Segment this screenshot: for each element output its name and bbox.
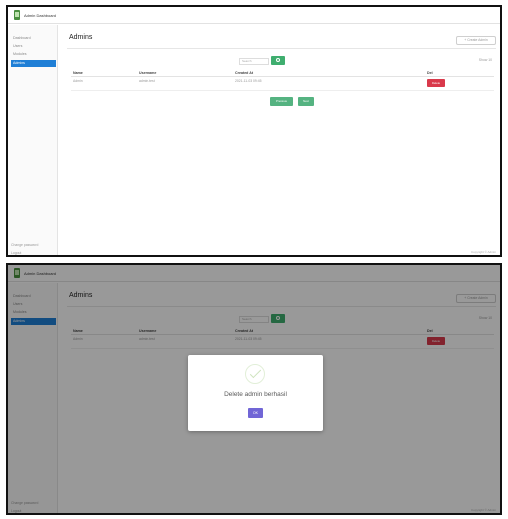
ok-button[interactable]: OK <box>248 408 263 418</box>
delete-button[interactable]: Delete <box>427 79 445 87</box>
sidebar-item-admins[interactable]: Admins <box>11 60 56 67</box>
previous-page-button[interactable]: Previous <box>270 97 293 106</box>
app-logo-icon <box>14 10 20 20</box>
screenshot-admins-list: Admin Dashboard Dashboard Users Modules … <box>6 5 502 257</box>
create-admin-button[interactable]: + Create Admin <box>456 36 496 45</box>
top-bar: Admin Dashboard <box>8 7 500 24</box>
search-input[interactable]: Search <box>239 58 269 65</box>
next-page-button[interactable]: Next <box>298 97 314 106</box>
table-row-divider <box>71 90 494 91</box>
sidebar: Dashboard Users Modules Admins Change pa… <box>8 25 58 255</box>
main-content: Admins + Create Admin Search Show 10 Nam… <box>63 25 500 255</box>
column-header-name: Name <box>73 71 83 75</box>
search-icon <box>276 58 280 62</box>
column-header-username: Username <box>139 71 157 75</box>
page-title: Admins <box>69 34 93 41</box>
search-button[interactable] <box>271 56 285 65</box>
table-header-divider <box>71 76 494 77</box>
dialog-message: Delete admin berhasil <box>224 391 287 398</box>
cell-username: admin.test <box>139 79 155 83</box>
cell-name: Admin <box>73 79 83 83</box>
cell-created-at: 2021-11-03 09:45 <box>235 79 262 83</box>
column-header-delete: Del <box>427 71 433 75</box>
success-dialog: Delete admin berhasil OK <box>188 355 323 431</box>
sidebar-item-modules[interactable]: Modules <box>11 51 56 58</box>
page-size-select[interactable]: Show 10 <box>479 58 492 62</box>
screenshot-delete-success: Admin Dashboard Dashboard Users Modules … <box>6 263 502 515</box>
sidebar-change-password[interactable]: Change password <box>11 243 38 247</box>
title-divider <box>67 48 496 49</box>
app-title: Admin Dashboard <box>24 13 57 18</box>
footer-text: Copyright © Admin <box>470 250 496 254</box>
sidebar-item-dashboard[interactable]: Dashboard <box>11 35 56 42</box>
sidebar-item-users[interactable]: Users <box>11 43 56 50</box>
success-check-icon <box>245 364 265 384</box>
sidebar-logout[interactable]: Logout <box>11 251 21 255</box>
column-header-created-at: Created At <box>235 71 254 75</box>
